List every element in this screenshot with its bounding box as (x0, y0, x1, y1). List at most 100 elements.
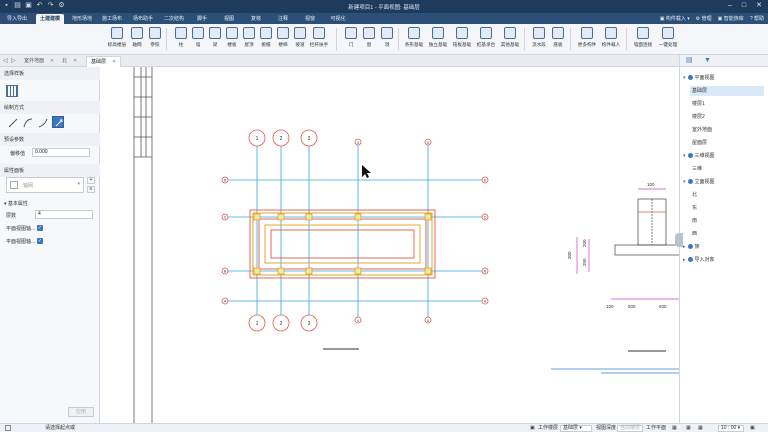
plan-view-checkbox-1[interactable]: ✓ (37, 225, 43, 231)
tree-item-roof[interactable]: 屋面层 (692, 138, 707, 148)
opening-button[interactable]: 洞 (374, 27, 400, 53)
workface-label: 工作平面 (646, 425, 667, 431)
close-icon[interactable]: ✕ (756, 2, 762, 10)
opening-icon (381, 27, 393, 39)
reference-button[interactable]: 参照 (142, 27, 168, 53)
apply-button[interactable]: 应用 (68, 407, 94, 417)
forward-icon[interactable]: ▷ (11, 57, 16, 64)
tree-view-icon[interactable]: ▤ (686, 57, 694, 65)
tab-layout-assistant[interactable]: 场布助手 (129, 14, 157, 24)
collapse-panel-handle[interactable] (675, 233, 683, 247)
plan-view-checkbox-2[interactable]: ✓ (37, 238, 43, 244)
raft-foundation-button[interactable]: 筏板基础 (449, 27, 475, 53)
arc3-draw-icon[interactable] (36, 116, 48, 128)
more-members-button[interactable]: 更多构件 (574, 27, 600, 53)
tree-item-south[interactable]: 南 (692, 216, 697, 226)
tab-viewport[interactable]: 视窗 (299, 14, 321, 24)
line-draw-icon[interactable] (6, 116, 18, 128)
tree-elevation-views[interactable]: ▾ 立面视图 (683, 177, 715, 187)
axis-label-bottom-3: 3 (308, 321, 311, 327)
axis-label-bottom-1: 1 (256, 321, 259, 327)
tree-item-floor1[interactable]: 楼层1 (692, 99, 705, 109)
ribbon-toolbar: 标高楼层 轴网 参照 柱 墙 梁 楼板 屋顶 挑檐 楼梯 坡道 栏杆扶手 门 窗… (0, 24, 768, 55)
arc-draw-icon[interactable] (21, 116, 33, 128)
tree-item-foundation[interactable]: 基础层 (690, 86, 764, 96)
railing-button[interactable]: 栏杆扶手 (306, 27, 332, 53)
tree-imported-objects[interactable]: ▸ 导入对象 (683, 255, 715, 265)
tab-scaffold[interactable]: 脚手 (191, 14, 213, 24)
pile-cap-button[interactable]: 桩基承台 (473, 27, 499, 53)
tree-item-floor2[interactable]: 楼层2 (692, 112, 705, 122)
mouse-cursor-icon (362, 165, 371, 178)
view-depth-select[interactable]: 当前楼层 (617, 425, 643, 432)
close-icon[interactable]: ✕ (73, 58, 77, 64)
basic-props-header[interactable]: ▾ 基本属性 (4, 200, 28, 207)
maximize-icon[interactable]: □ (742, 2, 746, 10)
dim-label-100: 100 (606, 304, 614, 309)
tree-item-east[interactable]: 东 (692, 203, 697, 213)
strip-foundation-button[interactable]: 条形基础 (401, 27, 427, 53)
tree-plan-views[interactable]: ▾ 平面视图 (683, 73, 715, 83)
tree-item-outdoor[interactable]: 室外地面 (692, 125, 712, 135)
tab-secondary-structure[interactable]: 二次结构 (160, 14, 188, 24)
minimize-icon[interactable]: – (728, 2, 732, 10)
count-input[interactable]: 4 (35, 210, 93, 219)
axis-label-bottom-5: 5 (427, 319, 429, 323)
tab-visualization[interactable]: 可视化 (326, 14, 350, 24)
smart-library-link[interactable]: ▣ 智能族库 (718, 14, 744, 24)
pick-draw-icon[interactable] (52, 116, 64, 128)
bottom-axis-bubbles (248, 314, 432, 332)
strip-foundation-icon (408, 27, 420, 39)
wall-connect-button[interactable]: 墙面连接 (630, 27, 656, 53)
filter-icon[interactable]: ▼ (704, 57, 712, 65)
edit-type-icon[interactable]: ≡ (87, 186, 95, 193)
railing-icon (313, 27, 325, 39)
count-label: 层数 (6, 213, 17, 219)
tab-import-export[interactable]: 导入导出 (2, 14, 32, 24)
grid-template-icon[interactable] (6, 85, 18, 97)
doc-tab-foundation[interactable]: 基础层 ✕ (86, 56, 122, 67)
draw-method-header: 绘制方式 (0, 101, 100, 114)
axis-label-top-5: 5 (427, 141, 429, 145)
doc-tab-outdoor[interactable]: 室外地面 ✕ (20, 56, 58, 67)
manage-link[interactable]: ⚙ 管理 (696, 14, 712, 24)
tab-site-layout[interactable]: 施工场布 (98, 14, 126, 24)
type-selector[interactable]: 轴网 ▾ (6, 177, 84, 193)
dim-label-100-top: 100 (647, 182, 655, 187)
level-icon (111, 27, 123, 39)
back-icon[interactable]: ◁ (3, 57, 8, 64)
layer-icon[interactable]: ▦ (698, 424, 703, 432)
tree-item-west[interactable]: 西 (692, 229, 697, 239)
drawing-canvas[interactable]: 1 2 3 4 5 1 2 3 4 5 D C B A D C B A 100 … (101, 67, 679, 423)
help-link[interactable]: ? 帮助 (750, 14, 764, 24)
axis-label-top-4: 4 (357, 141, 359, 145)
add-type-icon[interactable]: + (87, 177, 95, 184)
tab-terrain[interactable]: 地形场地 (68, 14, 96, 24)
other-foundation-button[interactable]: 其他基础 (497, 27, 523, 53)
grid-toggle-icon[interactable]: ▦ (672, 424, 677, 432)
tree-item-3d[interactable]: 三维 (692, 164, 702, 174)
tab-civil-modeling[interactable]: 土建建模 (36, 14, 64, 24)
wall-connect-icon (637, 27, 649, 39)
tree-item-north[interactable]: 北 (692, 190, 697, 200)
fullscreen-icon[interactable]: ▣ (750, 424, 755, 432)
member-import-button[interactable]: 构件载入 (598, 27, 624, 53)
tab-annotation[interactable]: 注释 (272, 14, 294, 24)
close-icon[interactable]: ✕ (112, 59, 116, 65)
snap-toggle-icon[interactable]: ▦ (686, 424, 691, 432)
zoom-select[interactable]: 10 : 00 ▾ (718, 425, 744, 432)
view-toggle-icon[interactable]: ▣ (530, 424, 535, 432)
base-plate-button[interactable]: 底板 (545, 27, 571, 53)
tab-view[interactable]: 视图 (218, 14, 240, 24)
member-import-link[interactable]: ▣ 构件载入 ▾ (660, 14, 690, 24)
tab-check[interactable]: 复核 (245, 14, 267, 24)
workplane-select[interactable]: 基础层 ▾ (560, 425, 592, 432)
doc-tab-north[interactable]: 北 ✕ (58, 56, 81, 67)
section-detail (551, 188, 679, 374)
one-click-process-button[interactable]: 一键处理 (655, 27, 681, 53)
close-icon[interactable]: ✕ (50, 58, 54, 64)
tree-3d-views[interactable]: ▾ 三维视图 (683, 151, 715, 161)
offset-input[interactable]: 0.000 (32, 148, 90, 157)
isolated-foundation-button[interactable]: 独立基础 (425, 27, 451, 53)
tree-families[interactable]: ▸ 族 (683, 242, 700, 252)
